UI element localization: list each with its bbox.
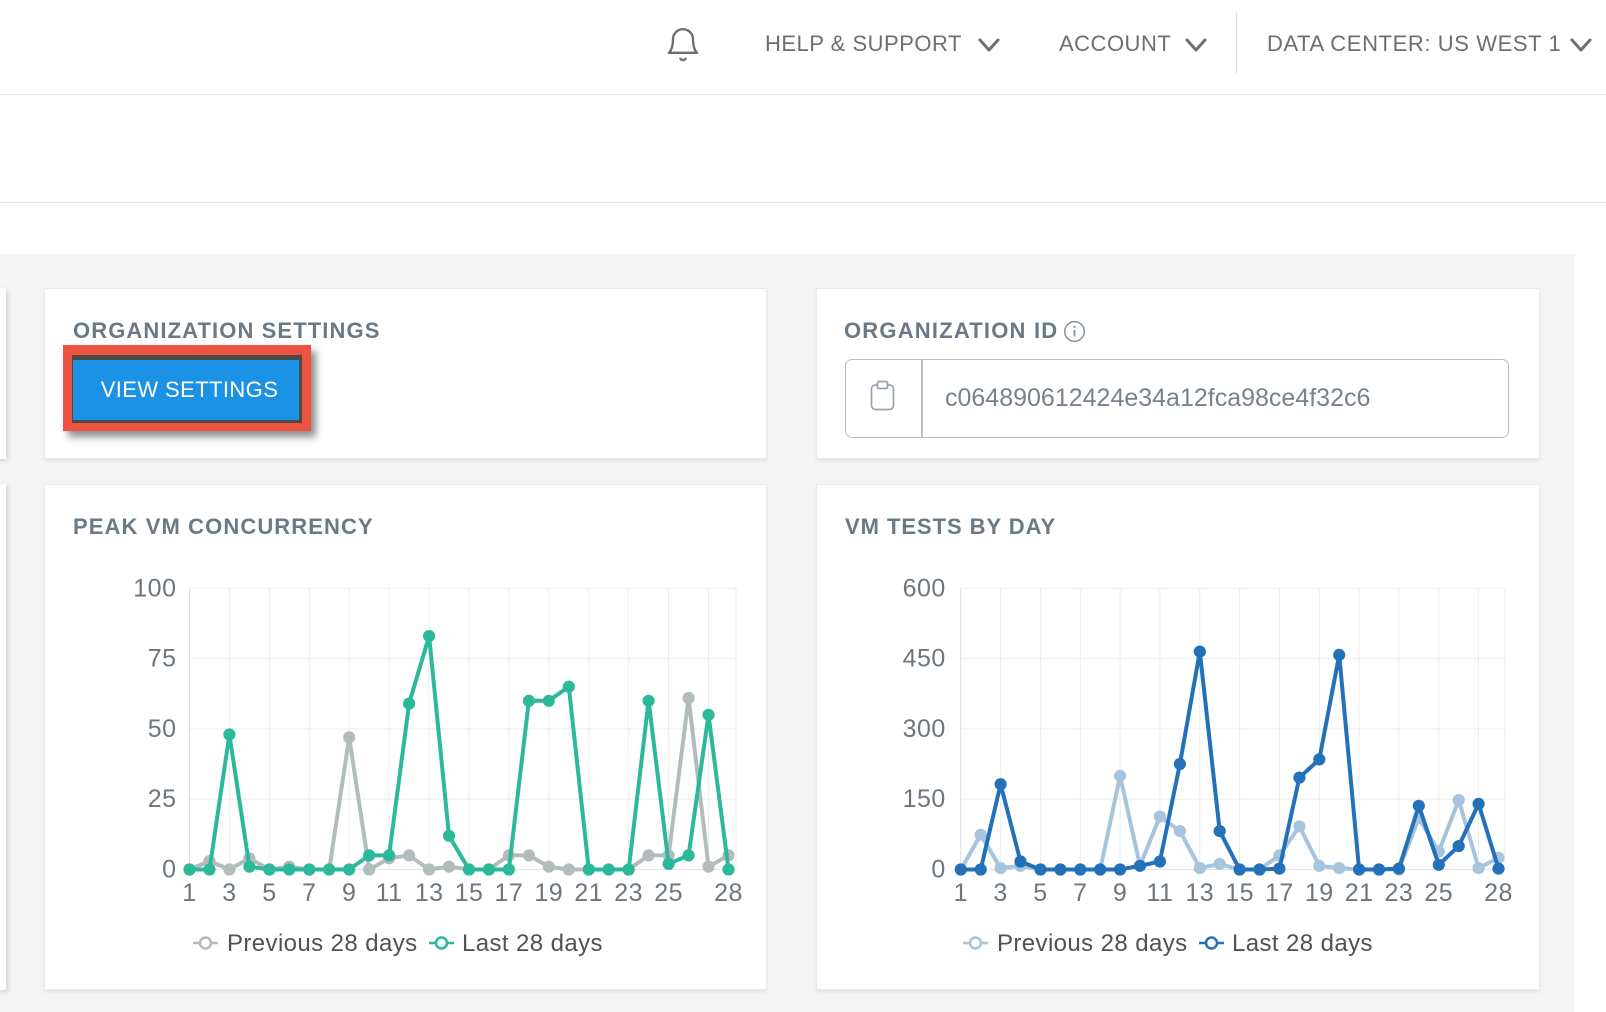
svg-text:21: 21 <box>574 879 603 907</box>
svg-text:100: 100 <box>133 574 176 602</box>
svg-text:0: 0 <box>931 856 945 884</box>
svg-text:11: 11 <box>376 879 403 907</box>
svg-text:3: 3 <box>222 879 236 907</box>
svg-text:5: 5 <box>262 879 276 907</box>
svg-text:Last 28 days: Last 28 days <box>462 930 603 957</box>
svg-text:28: 28 <box>714 879 743 907</box>
svg-text:5: 5 <box>1033 879 1047 907</box>
svg-text:21: 21 <box>1345 879 1374 907</box>
svg-text:1: 1 <box>954 879 968 907</box>
svg-text:9: 9 <box>342 879 356 907</box>
svg-text:Last 28 days: Last 28 days <box>1232 930 1373 957</box>
svg-text:25: 25 <box>654 879 683 907</box>
svg-text:9: 9 <box>1113 879 1127 907</box>
svg-text:0: 0 <box>162 856 176 884</box>
svg-text:1: 1 <box>182 879 196 907</box>
svg-text:17: 17 <box>494 879 523 907</box>
svg-text:28: 28 <box>1484 879 1513 907</box>
svg-text:19: 19 <box>1305 879 1334 907</box>
svg-text:25: 25 <box>148 785 177 813</box>
svg-text:7: 7 <box>302 879 316 907</box>
svg-text:50: 50 <box>148 715 177 743</box>
svg-text:23: 23 <box>1384 879 1413 907</box>
svg-text:150: 150 <box>903 785 946 813</box>
svg-text:3: 3 <box>993 879 1007 907</box>
svg-text:75: 75 <box>148 645 177 673</box>
svg-text:17: 17 <box>1265 879 1294 907</box>
svg-text:Previous 28 days: Previous 28 days <box>997 930 1188 957</box>
svg-text:300: 300 <box>903 715 946 743</box>
svg-text:11: 11 <box>1146 879 1173 907</box>
svg-text:23: 23 <box>614 879 643 907</box>
svg-text:19: 19 <box>534 879 563 907</box>
svg-text:13: 13 <box>1185 879 1214 907</box>
svg-text:600: 600 <box>903 574 946 602</box>
svg-text:13: 13 <box>415 879 444 907</box>
svg-text:15: 15 <box>455 879 484 907</box>
svg-text:15: 15 <box>1225 879 1254 907</box>
svg-text:7: 7 <box>1073 879 1087 907</box>
svg-text:450: 450 <box>903 645 946 673</box>
svg-text:25: 25 <box>1424 879 1453 907</box>
svg-text:Previous 28 days: Previous 28 days <box>227 930 418 957</box>
